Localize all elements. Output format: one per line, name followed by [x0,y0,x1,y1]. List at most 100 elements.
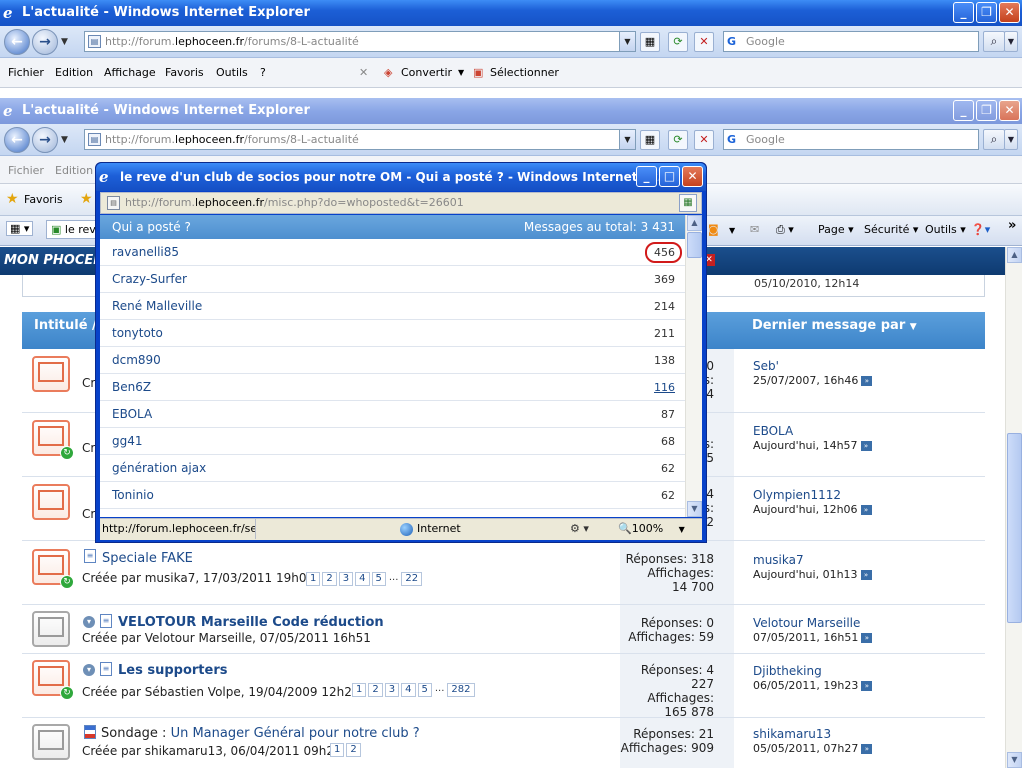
table-row[interactable]: ↻ ▾ ≡ Les supporters Créée par Sébastien… [22,654,985,719]
minimize-button[interactable]: _ [953,2,974,23]
post-count[interactable]: 116 [654,374,675,401]
popup-titlebar[interactable]: e le reve d'un club de socios pour notre… [96,163,706,191]
address-bar[interactable]: ▤ http://forum.lephoceen.fr/forums/8-L-a… [84,31,636,52]
thread-menu-icon[interactable]: ▾ [83,616,95,628]
post-count[interactable]: 87 [661,401,675,428]
menu-fichier[interactable]: Fichier [8,164,44,177]
go-to-last-post-icon[interactable]: » [861,632,873,643]
convert-dropdown-icon[interactable]: ▼ [458,68,464,77]
search-options-icon[interactable]: ▼ [1004,129,1018,150]
tab-le-reve[interactable]: ▣ le reve [46,220,98,239]
scroll-down-icon[interactable]: ▼ [1007,752,1022,768]
thread-title[interactable]: Speciale FAKE [102,551,193,566]
print-icon[interactable]: ⎙ ▾ [776,223,794,237]
page-scrollbar[interactable]: ▲ ▼ [1005,247,1022,768]
page-link[interactable]: 2 [368,683,383,697]
select-button[interactable]: Sélectionner [490,66,559,79]
page-link[interactable]: 4 [401,683,416,697]
page-link[interactable]: 2 [322,572,337,586]
scroll-up-icon[interactable]: ▲ [1007,247,1022,263]
page-link[interactable]: 2 [346,743,361,757]
scroll-thumb[interactable] [687,232,702,258]
maximize-button[interactable]: ❐ [976,2,997,23]
minimize-button[interactable]: _ [953,100,974,121]
compat-view-icon[interactable]: ▦ [679,194,697,212]
close-button[interactable]: ✕ [999,100,1020,121]
last-post-user[interactable]: Velotour Marseille [753,616,860,630]
page-link[interactable]: 1 [306,572,321,586]
address-dropdown-icon[interactable]: ▼ [619,32,635,51]
menu-help[interactable]: ? [260,66,266,79]
page-link[interactable]: 5 [371,572,386,586]
thread-title[interactable]: Sondage : Un Manager Général pour notre … [101,726,420,741]
zoom-control[interactable]: 🔍100% ▼ [618,519,685,540]
poster-name[interactable]: Toninio [112,482,154,509]
page-link[interactable]: 1 [330,743,345,757]
rss-dropdown-icon[interactable]: ▼ [729,226,735,235]
menu-affichage[interactable]: Affichage [104,66,156,79]
rss-icon[interactable]: ◙ [708,223,719,236]
search-button[interactable]: ⌕ [983,31,1005,52]
back-button[interactable]: ← [4,29,30,55]
poster-name[interactable]: René Malleville [112,293,202,320]
favorites-button[interactable]: Favoris [24,193,63,206]
post-count[interactable]: 456 [654,239,675,266]
page-link[interactable]: 4 [355,572,370,586]
go-to-last-post-icon[interactable]: » [861,680,873,691]
menu-edition[interactable]: Edition [55,66,93,79]
thread-title[interactable]: Les supporters [118,663,228,678]
poster-name[interactable]: gg41 [112,428,143,455]
window2-titlebar[interactable]: e L'actualité - Windows Internet Explore… [0,98,1022,124]
page-link[interactable]: 22 [401,572,423,586]
close-button[interactable]: ✕ [682,166,703,187]
page-link[interactable]: 3 [384,683,400,697]
popup-address-bar[interactable]: ▤ http://forum.lephoceen.fr/misc.php?do=… [100,192,702,214]
security-zone[interactable]: Internet [400,519,560,539]
go-to-last-post-icon[interactable]: » [861,743,873,754]
poster-name[interactable]: ravanelli85 [112,239,179,266]
page-menu[interactable]: Page ▾ [818,223,854,236]
page-link[interactable]: 282 [447,683,475,697]
poster-name[interactable]: Crazy-Surfer [112,266,187,293]
protected-mode-icon[interactable]: ⚙ ▾ [570,519,589,539]
go-to-last-post-icon[interactable]: » [861,375,873,386]
poster-name[interactable]: EBOLA [112,401,152,428]
post-count[interactable]: 62 [661,482,675,509]
last-post-user[interactable]: EBOLA [753,424,793,438]
menu-outils[interactable]: Outils [216,66,248,79]
last-post-user[interactable]: Djibtheking [753,664,822,678]
refresh-icon[interactable]: ⟳ [668,130,688,150]
page-link[interactable]: 3 [338,572,354,586]
table-row[interactable]: ↻ ≡ Speciale FAKE Créée par musika7, 17/… [22,541,985,605]
stop-icon[interactable]: ✕ [694,32,714,52]
tools-menu[interactable]: Outils ▾ [925,223,966,236]
post-count[interactable]: 138 [654,347,675,374]
poster-name[interactable]: tonytoto [112,320,163,347]
post-count[interactable]: 68 [661,428,675,455]
forward-button[interactable]: → [32,29,58,55]
maximize-button[interactable]: ❐ [976,100,997,121]
col-last-post-header[interactable]: Dernier message par ▼ [752,318,917,333]
add-favorite-icon[interactable]: ★ [80,191,93,207]
poster-name[interactable]: génération ajax [112,455,206,482]
menu-fichier[interactable]: Fichier [8,66,44,79]
menu-favoris[interactable]: Favoris [165,66,204,79]
window1-titlebar[interactable]: e L'actualité - Windows Internet Explore… [0,0,1022,26]
scroll-down-icon[interactable]: ▼ [687,501,702,517]
thread-menu-icon[interactable]: ▾ [83,664,95,676]
compat-view-icon[interactable]: ▦ [640,32,660,52]
table-row[interactable]: Sondage : Un Manager Général pour notre … [22,718,985,768]
menu-edition[interactable]: Edition [55,164,93,177]
search-options-icon[interactable]: ▼ [1004,31,1018,52]
more-commands-icon[interactable]: » [1008,218,1016,233]
refresh-icon[interactable]: ⟳ [668,32,688,52]
quick-tabs-icon[interactable]: ▦ ▾ [6,221,34,236]
post-count[interactable]: 211 [654,320,675,347]
back-button[interactable]: ← [4,127,30,153]
popup-scrollbar[interactable]: ▲ ▼ [685,215,702,517]
close-button[interactable]: ✕ [999,2,1020,23]
mail-icon[interactable]: ✉ [750,223,759,236]
thread-title[interactable]: VELOTOUR Marseille Code réduction [118,615,384,630]
stop-icon[interactable]: ✕ [694,130,714,150]
security-menu[interactable]: Sécurité ▾ [864,223,918,236]
